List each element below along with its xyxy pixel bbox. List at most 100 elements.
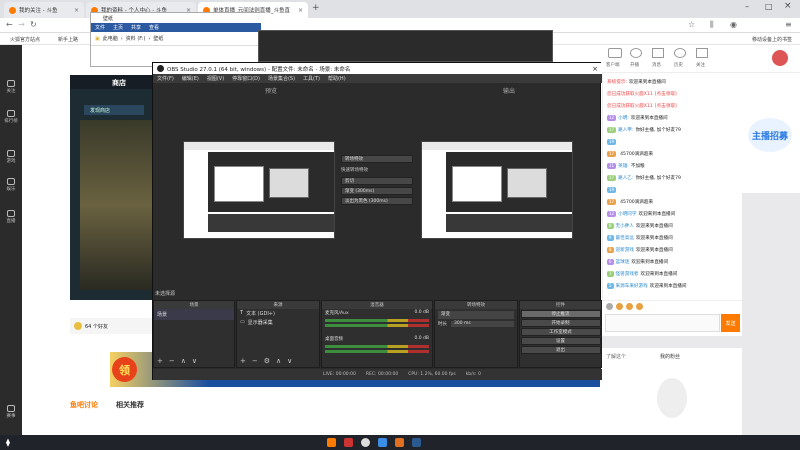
menu-item[interactable]: 编辑(E) <box>182 75 199 82</box>
message-icon[interactable] <box>652 48 664 58</box>
chat-username[interactable]: 英雄: <box>618 163 629 169</box>
emoji-icon[interactable] <box>606 303 613 310</box>
gift-icon[interactable] <box>636 303 643 310</box>
transition-fade[interactable]: 渐变 (300ms) <box>341 187 413 195</box>
chat-username[interactable]: 怪兽游戏者 <box>616 271 639 277</box>
down-icon[interactable]: ∨ <box>192 357 197 365</box>
obs-icon[interactable] <box>360 438 370 447</box>
forward-icon[interactable]: → <box>18 20 25 29</box>
bookmark-star-icon[interactable]: ☆ <box>688 20 695 29</box>
promo-badge[interactable]: 领 <box>112 357 137 382</box>
chat-username[interactable]: 路人乙: <box>618 175 633 181</box>
account-icon[interactable]: ◉ <box>730 20 737 29</box>
studio-mode-button[interactable]: 工作室模式 <box>520 328 601 336</box>
down-icon[interactable]: ∨ <box>287 357 292 365</box>
app-icon[interactable] <box>377 438 387 447</box>
chat-username[interactable]: 系统提示: <box>607 79 627 85</box>
maximize-icon[interactable]: □ <box>765 2 773 11</box>
menu-item[interactable]: 停靠窗口(D) <box>232 75 260 82</box>
firefox-icon[interactable] <box>326 438 336 447</box>
ribbon-tab[interactable]: 主页 <box>113 24 123 31</box>
back-icon[interactable]: ← <box>6 20 13 29</box>
fans-info[interactable]: 了解这个 <box>606 353 626 360</box>
menu-item[interactable]: 工具(T) <box>303 75 320 82</box>
menu-icon[interactable]: ≡ <box>785 20 792 29</box>
avatar[interactable] <box>772 50 788 66</box>
nav-item-follow[interactable]: 关注 <box>0 75 22 99</box>
gift-icon[interactable] <box>626 303 633 310</box>
forum-tab[interactable]: 鱼吧讨论 <box>70 400 98 410</box>
source-item[interactable]: ▭ 显示器采集 <box>237 318 319 327</box>
friends-bar[interactable]: 64 个好友 <box>70 318 156 334</box>
transition-button[interactable]: 转场特效 <box>341 155 413 163</box>
recommend-tab[interactable]: 相关推荐 <box>116 400 144 410</box>
menu-item[interactable]: 帮助(H) <box>328 75 346 82</box>
nav-item-rank[interactable]: 排行榜 <box>0 105 22 129</box>
up-icon[interactable]: ∧ <box>181 357 186 365</box>
gift-icon[interactable] <box>616 303 623 310</box>
new-tab-icon[interactable]: + <box>312 3 320 13</box>
transition-cut[interactable]: 剪切 <box>341 177 413 185</box>
exit-button[interactable]: 退出 <box>520 346 601 354</box>
follow-link[interactable]: 关注 <box>696 62 705 68</box>
chat-username[interactable]: 小明同学 <box>618 211 636 217</box>
ribbon-tab[interactable]: 文件 <box>95 24 105 31</box>
app-icon[interactable] <box>343 438 353 447</box>
remove-icon[interactable]: − <box>169 357 175 365</box>
remove-icon[interactable]: − <box>252 357 258 365</box>
close-icon[interactable]: × <box>74 7 79 14</box>
explorer-path[interactable]: ▣ 此电脑 › 资料 (F:) › 壁纸 <box>91 32 261 46</box>
nav-item-live[interactable]: 直播 <box>0 205 22 229</box>
app-icon[interactable] <box>394 438 404 447</box>
chat-username[interactable]: 您已成功获取火鹿X11 <box>607 103 653 109</box>
add-icon[interactable]: + <box>157 357 163 365</box>
store-button[interactable]: 发现商店 <box>84 105 144 115</box>
nav-item-game[interactable]: 游戏 <box>0 145 22 169</box>
settings-icon[interactable]: ⚙ <box>264 357 270 365</box>
menu-item[interactable]: 场景集合(S) <box>268 75 295 82</box>
up-icon[interactable]: ∧ <box>276 357 281 365</box>
send-button[interactable]: 发送 <box>721 314 740 332</box>
chat-username[interactable]: 您已成功获取火鹿X11 <box>607 91 653 97</box>
client-icon[interactable] <box>608 48 622 58</box>
history-icon[interactable] <box>674 48 686 58</box>
chat-username[interactable]: 篮球迷 <box>616 259 630 265</box>
bookmark-item[interactable]: 移动设备上的书签 <box>752 36 792 43</box>
chat-username[interactable]: 无小胖人 <box>616 223 634 229</box>
stop-stream-button[interactable]: 停止推流 <box>520 310 601 318</box>
chat-input[interactable] <box>605 314 720 332</box>
ribbon-tab[interactable]: 查看 <box>149 24 159 31</box>
duration-input[interactable]: 300 ms <box>451 321 514 327</box>
nav-item-match[interactable]: 赛事 <box>0 400 22 424</box>
steam-icon[interactable] <box>411 438 421 447</box>
add-icon[interactable]: + <box>240 357 246 365</box>
start-icon[interactable]: ⧫ <box>6 438 10 447</box>
chat-username[interactable]: 来源车来好游戏 <box>616 283 648 289</box>
chat-username[interactable]: 小明: <box>618 115 629 121</box>
reload-icon[interactable]: ↻ <box>30 20 37 29</box>
library-icon[interactable]: ⫼ <box>710 20 714 30</box>
folder-icon[interactable] <box>310 438 319 447</box>
nav-item-ent[interactable]: 娱乐 <box>0 173 22 197</box>
menu-item[interactable]: 文件(F) <box>157 75 174 82</box>
close-icon[interactable]: × <box>298 7 303 14</box>
ribbon-tab[interactable]: 共享 <box>131 24 141 31</box>
broadcast-icon[interactable] <box>630 48 642 58</box>
chat-username[interactable]: 路人甲: <box>618 127 633 133</box>
bookmark-item[interactable]: 火狐官方站点 <box>10 36 40 43</box>
chat-username[interactable]: 迎新游戏 <box>616 247 634 253</box>
minimize-icon[interactable]: – <box>745 2 749 11</box>
chat-username[interactable]: 最佳高远 <box>616 235 634 241</box>
browser-tab[interactable]: 我的关注 - 斗鱼 × <box>4 2 84 18</box>
bookmark-item[interactable]: 新手上路 <box>58 36 78 43</box>
message-link[interactable]: 消息 <box>652 62 661 68</box>
history-link[interactable]: 历史 <box>674 62 683 68</box>
follow-icon[interactable] <box>696 48 708 58</box>
preview-canvas[interactable] <box>183 141 335 239</box>
broadcast-link[interactable]: 开播 <box>630 62 639 68</box>
client-link[interactable]: 客户端 <box>606 62 620 68</box>
close-window-icon[interactable]: × <box>784 1 792 11</box>
transition-slide[interactable]: 淡出为黑色 (300ms) <box>341 197 413 205</box>
close-icon[interactable]: × <box>592 65 602 73</box>
ad-panel[interactable]: 主播招募 <box>742 73 800 193</box>
